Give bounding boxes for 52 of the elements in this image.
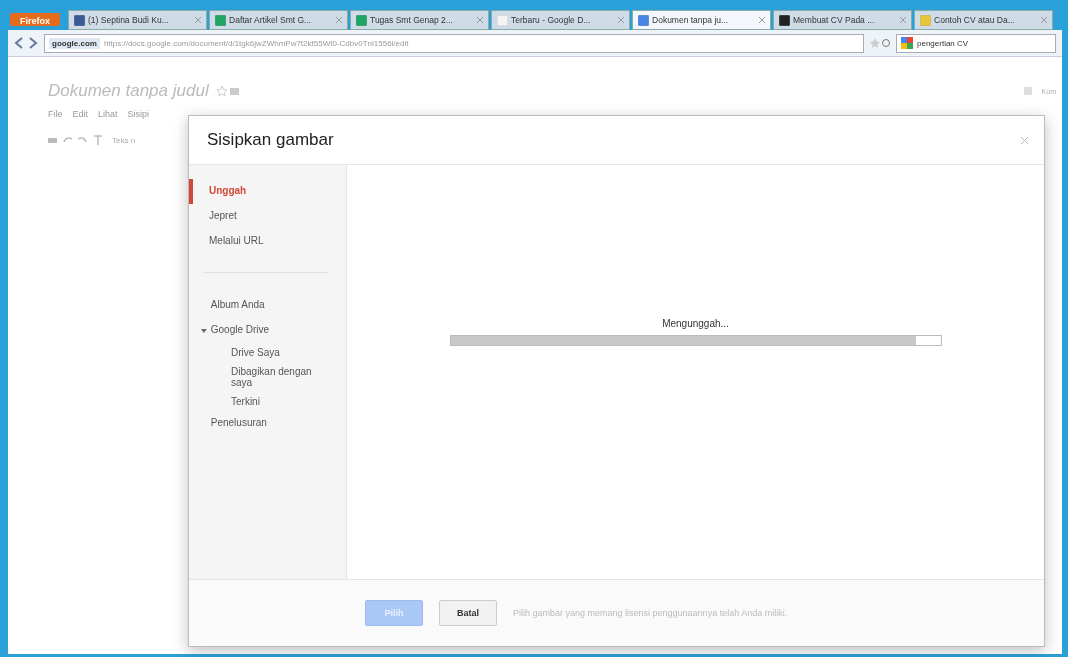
cancel-button[interactable]: Batal bbox=[439, 600, 497, 626]
dialog-title: Sisipkan gambar bbox=[207, 130, 334, 150]
tab-title: Daftar Artikel Smt G... bbox=[229, 15, 313, 25]
nav-item[interactable]: Google Drive bbox=[206, 318, 346, 343]
close-icon[interactable] bbox=[195, 17, 201, 23]
nav-item[interactable]: Drive Saya bbox=[189, 343, 329, 362]
nav-item[interactable]: Melalui URL bbox=[189, 229, 346, 254]
close-icon[interactable] bbox=[477, 17, 483, 23]
close-icon[interactable] bbox=[1041, 17, 1047, 23]
star-reload-icon[interactable] bbox=[870, 38, 890, 48]
site-icon bbox=[497, 14, 508, 26]
browser-tab[interactable]: Contoh CV atau Da... bbox=[914, 10, 1053, 30]
nav-item[interactable]: Penelusuran bbox=[206, 411, 346, 436]
site-label: google.com bbox=[49, 37, 100, 49]
upload-status: Mengunggah... bbox=[662, 318, 729, 329]
nav-item[interactable]: Terkini bbox=[189, 392, 329, 411]
tab-title: Dokumen tanpa ju... bbox=[652, 15, 730, 25]
nav-item[interactable]: Album Anda bbox=[206, 293, 346, 318]
close-icon[interactable] bbox=[1021, 136, 1028, 144]
site-icon bbox=[920, 14, 931, 26]
browser-tab[interactable]: (1) Septina Budi Ku... bbox=[68, 10, 207, 30]
site-icon bbox=[215, 14, 226, 26]
star-folder-icon[interactable] bbox=[216, 86, 239, 96]
site-icon bbox=[74, 14, 85, 26]
address-bar[interactable]: google.com https://docs.google.com/document/d/1tgk6jwZWhmPw7t2kt55Wt0-Cdbv0Tnl1556l/edit bbox=[44, 33, 864, 53]
close-icon[interactable] bbox=[336, 17, 342, 23]
browser-tab[interactable]: Dokumen tanpa ju... bbox=[632, 10, 771, 30]
site-icon bbox=[638, 14, 649, 26]
close-icon[interactable] bbox=[618, 17, 624, 23]
tab-title: Membuat CV Pada ... bbox=[793, 15, 876, 25]
nav-item[interactable]: Dibagikan dengan saya bbox=[189, 362, 329, 392]
browser-tab[interactable]: Terbaru - Google D... bbox=[491, 10, 630, 30]
site-icon bbox=[356, 14, 367, 26]
close-icon[interactable] bbox=[759, 17, 765, 23]
tab-title: Tugas Smt Genap 2... bbox=[370, 15, 454, 25]
search-field[interactable]: pengertian CV bbox=[896, 33, 1056, 53]
nav-item[interactable]: Unggah bbox=[189, 179, 346, 204]
tab-title: Contoh CV atau Da... bbox=[934, 15, 1016, 25]
tab-title: (1) Septina Budi Ku... bbox=[88, 15, 170, 25]
toolbar-icons[interactable] bbox=[48, 135, 102, 145]
browser-tab[interactable]: Daftar Artikel Smt G... bbox=[209, 10, 348, 30]
browser-tab[interactable]: Membuat CV Pada ... bbox=[773, 10, 912, 30]
tab-title: Terbaru - Google D... bbox=[511, 15, 592, 25]
back-forward-icon[interactable] bbox=[14, 37, 38, 49]
browser-tab[interactable]: Tugas Smt Genap 2... bbox=[350, 10, 489, 30]
site-icon bbox=[779, 14, 790, 26]
url-text: https://docs.google.com/document/d/1tgk6jwZWhmPw7t2kt55Wt0-Cdbv0Tnl1556l/edit bbox=[103, 38, 409, 48]
nav-item[interactable]: Jepret bbox=[189, 204, 346, 229]
google-icon bbox=[901, 37, 913, 49]
close-icon[interactable] bbox=[900, 17, 906, 23]
caret-icon[interactable] bbox=[201, 327, 207, 334]
comment-icon[interactable] bbox=[1023, 87, 1032, 95]
